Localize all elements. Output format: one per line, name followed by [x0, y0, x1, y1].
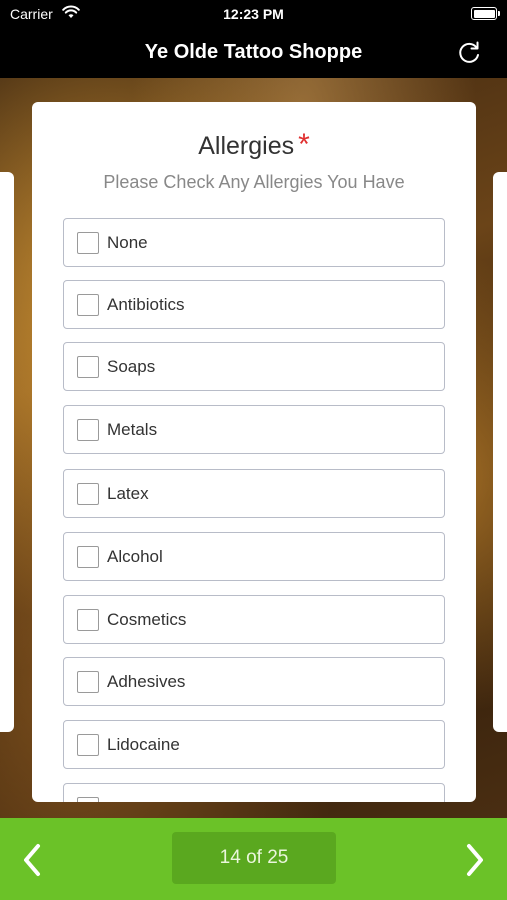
- option-label: Alcohol: [107, 547, 163, 566]
- page-separator: of: [246, 847, 262, 868]
- option-antibiotics[interactable]: Antibiotics: [63, 280, 445, 329]
- option-label: Antibiotics: [107, 295, 185, 314]
- checkbox[interactable]: [77, 483, 99, 505]
- page-indicator: 14 of 25: [172, 832, 336, 884]
- previous-card-peek[interactable]: [0, 172, 14, 732]
- question-title-row: Allergies *: [32, 128, 476, 162]
- option-cosmetics[interactable]: Cosmetics: [63, 595, 445, 644]
- battery-icon: [471, 7, 500, 20]
- option-label: Lidocaine: [107, 735, 180, 754]
- question-subtitle: Please Check Any Allergies You Have: [103, 172, 405, 192]
- option-label: Cosmetics: [107, 610, 187, 629]
- checkbox[interactable]: [77, 797, 99, 802]
- option-soaps[interactable]: Soaps: [63, 342, 445, 391]
- page-total: 25: [267, 847, 289, 868]
- option-label: Latex: [107, 484, 149, 503]
- refresh-icon[interactable]: [455, 39, 483, 67]
- option-label: Adhesives: [107, 672, 186, 691]
- option-label: None: [107, 233, 148, 252]
- question-card: Allergies * Please Check Any Allergies Yo…: [32, 102, 476, 802]
- option-alcohol[interactable]: Alcohol: [63, 532, 445, 581]
- option-none[interactable]: None: [63, 218, 445, 267]
- option-label: Soaps: [107, 357, 156, 376]
- checkbox[interactable]: [77, 546, 99, 568]
- checkbox[interactable]: [77, 419, 99, 441]
- checkbox[interactable]: [77, 356, 99, 378]
- bottom-nav-bar: 14 of 25: [0, 818, 507, 900]
- status-bar: Carrier 12:23 PM: [0, 0, 507, 28]
- page-current: 14: [219, 847, 241, 868]
- option-label: Metals: [107, 420, 158, 439]
- app-title: Ye Olde Tattoo Shoppe: [144, 41, 363, 63]
- checkbox[interactable]: [77, 734, 99, 756]
- option-metals[interactable]: Metals: [63, 405, 445, 454]
- option-lidocaine[interactable]: Lidocaine: [63, 720, 445, 769]
- chevron-left-icon[interactable]: [18, 840, 46, 880]
- next-card-peek[interactable]: [493, 172, 507, 732]
- required-marker: *: [298, 128, 310, 161]
- nav-bar: Ye Olde Tattoo Shoppe: [0, 28, 507, 78]
- option-latex[interactable]: Latex: [63, 469, 445, 518]
- checkbox[interactable]: [77, 609, 99, 631]
- checkbox[interactable]: [77, 671, 99, 693]
- clock: 12:23 PM: [223, 6, 284, 22]
- question-title: Allergies: [198, 132, 295, 160]
- option-partially-visible[interactable]: [63, 783, 445, 802]
- checkbox[interactable]: [77, 232, 99, 254]
- option-adhesives[interactable]: Adhesives: [63, 657, 445, 706]
- chevron-right-icon[interactable]: [461, 840, 489, 880]
- checkbox[interactable]: [77, 294, 99, 316]
